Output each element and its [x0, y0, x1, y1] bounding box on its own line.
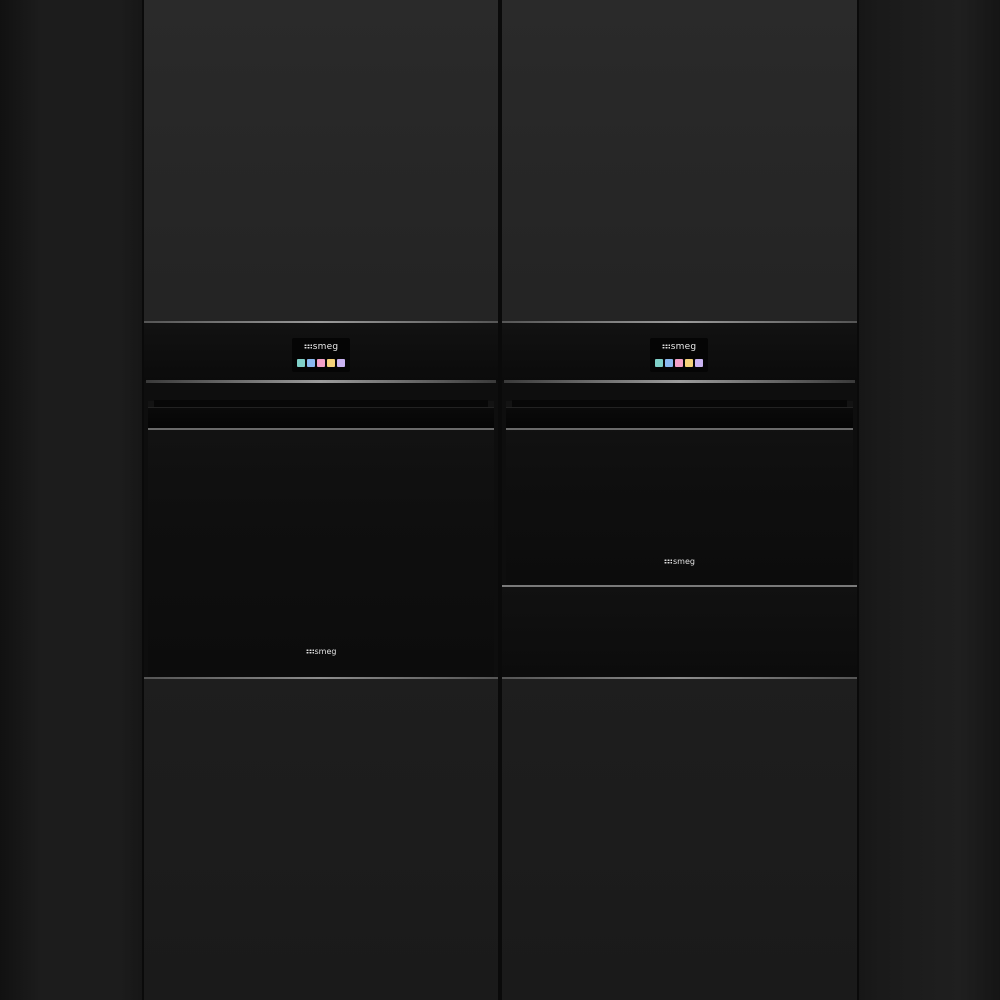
door-logo: smeg: [502, 557, 857, 566]
display-tile[interactable]: [317, 359, 325, 367]
display-tile[interactable]: [307, 359, 315, 367]
warming-drawer[interactable]: [502, 585, 857, 677]
display-tile[interactable]: [665, 359, 673, 367]
cabinet-seam: [857, 0, 859, 1000]
display-tile[interactable]: [685, 359, 693, 367]
door-handle[interactable]: [506, 407, 853, 430]
touch-display[interactable]: smeg: [650, 338, 708, 372]
display-logo: smeg: [292, 342, 350, 352]
oven-left: smeg smeg: [144, 321, 498, 679]
display-tile[interactable]: [655, 359, 663, 367]
kitchen-scene: smeg smeg smeg smeg: [0, 0, 1000, 1000]
trim: [144, 677, 498, 679]
door-logo: smeg: [144, 647, 498, 656]
panel-rail: [504, 380, 855, 383]
display-tile[interactable]: [337, 359, 345, 367]
display-logo: smeg: [650, 342, 708, 352]
display-tiles: [653, 359, 705, 367]
oven-door: [148, 401, 494, 677]
oven-right: smeg smeg: [502, 321, 857, 679]
display-tile[interactable]: [695, 359, 703, 367]
control-panel: smeg: [144, 323, 498, 381]
control-panel: smeg: [502, 323, 857, 381]
display-tiles: [295, 359, 347, 367]
door-handle[interactable]: [148, 407, 494, 430]
touch-display[interactable]: smeg: [292, 338, 350, 372]
panel-rail: [146, 380, 496, 383]
trim: [502, 677, 857, 679]
display-tile[interactable]: [297, 359, 305, 367]
display-tile[interactable]: [675, 359, 683, 367]
display-tile[interactable]: [327, 359, 335, 367]
